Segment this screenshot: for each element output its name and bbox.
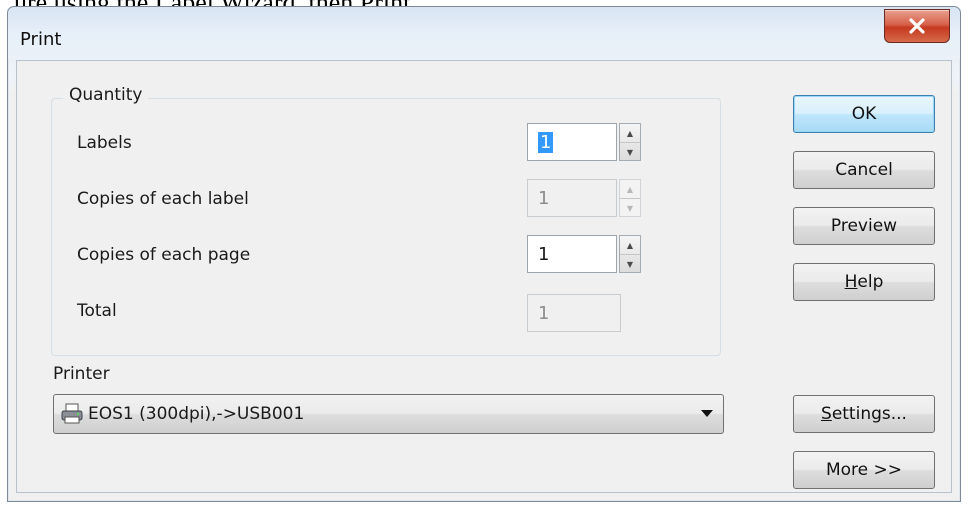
labels-spin-up-icon[interactable]: ▲ [620,124,640,143]
dialog-body: Quantity Labels 1 ▲ ▼ Copies of each lab… [16,60,952,493]
ok-button[interactable]: OK [793,95,935,133]
help-mnemonic: H [844,272,858,292]
labels-value: 1 [538,132,554,153]
copies-each-page-value: 1 [538,244,550,265]
preview-button[interactable]: Preview [793,207,935,245]
total-label: Total [77,301,117,321]
copies-each-label-value: 1 [538,188,550,209]
printer-icon [61,403,83,424]
more-button[interactable]: More >> [793,451,935,489]
ok-button-label: OK [851,104,877,124]
printer-label: Printer [53,364,110,384]
settings-mnemonic: S [821,404,832,424]
copies-each-page-spin-down-icon[interactable]: ▼ [620,255,640,273]
copies-each-label-input[interactable]: 1 [527,179,617,217]
copies-each-label-spin-down-icon[interactable]: ▼ [620,199,640,217]
labels-input[interactable]: 1 [527,123,617,161]
dialog-title: Print [20,29,62,50]
printer-selected-text: EOS1 (300dpi),->USB001 [88,404,305,424]
close-button[interactable] [884,9,950,43]
more-button-label: More >> [825,460,903,480]
chevron-down-icon [701,410,713,417]
copies-each-page-spinner[interactable]: ▲ ▼ [619,235,641,273]
help-button[interactable]: Help [793,263,935,301]
help-label-rest: elp [857,272,884,292]
copies-each-label-spin-up-icon[interactable]: ▲ [620,180,640,199]
preview-button-label: Preview [830,216,898,236]
title-bar: Print [8,7,960,59]
help-button-label: Help [845,272,884,292]
printer-dropdown[interactable]: EOS1 (300dpi),->USB001 [53,394,724,434]
settings-label-rest: ettings... [831,404,907,424]
copies-each-page-spin-up-icon[interactable]: ▲ [620,236,640,255]
settings-button[interactable]: Settings... [793,395,935,433]
cancel-button-label: Cancel [835,160,893,180]
print-dialog: Print Quantity Labels 1 ▲ ▼ Copies of ea… [7,6,961,502]
labels-label: Labels [77,133,132,153]
cancel-button[interactable]: Cancel [793,151,935,189]
total-value-field: 1 [527,294,621,332]
close-x-icon [909,18,925,34]
total-value: 1 [538,303,550,324]
quantity-legend: Quantity [63,85,149,105]
copies-each-page-input[interactable]: 1 [527,235,617,273]
labels-spin-down-icon[interactable]: ▼ [620,143,640,161]
copies-each-label-label: Copies of each label [77,189,249,209]
settings-button-label: Settings... [821,404,907,424]
copies-each-label-spinner[interactable]: ▲ ▼ [619,179,641,217]
copies-each-page-label: Copies of each page [77,245,251,265]
labels-spinner[interactable]: ▲ ▼ [619,123,641,161]
